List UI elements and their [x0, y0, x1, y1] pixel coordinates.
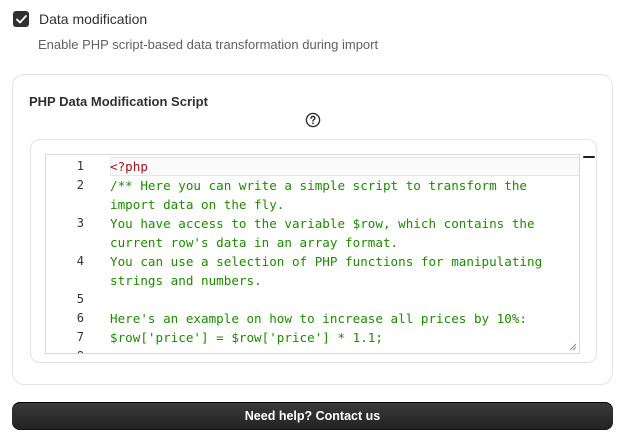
- line-number: 4: [76, 254, 84, 268]
- code-line: /** Here you can write a simple script t…: [110, 178, 528, 193]
- code-area[interactable]: <?php /** Here you can write a simple sc…: [110, 155, 579, 353]
- card-title: PHP Data Modification Script: [29, 94, 208, 109]
- import-settings-panel: Data modification Enable PHP script-base…: [0, 0, 621, 439]
- checkmark-icon: [15, 14, 27, 23]
- code-line: strings and numbers.: [110, 273, 262, 288]
- code-line: import data on the fly.: [110, 197, 285, 212]
- code-line: $row['price'] = $row['price'] * 1.1;: [110, 330, 383, 345]
- scrollbar-thumb[interactable]: [583, 156, 595, 158]
- line-number: 6: [76, 311, 84, 325]
- code-line: You have access to the variable $row, wh…: [110, 216, 535, 231]
- code-line: current row's data in an array format.: [110, 235, 399, 250]
- line-number: 1: [76, 159, 84, 173]
- contact-us-button[interactable]: Need help? Contact us: [12, 402, 613, 430]
- question-circle-icon[interactable]: [305, 112, 321, 128]
- php-script-card: PHP Data Modification Script 1 2 3 4 5 6…: [12, 74, 613, 385]
- data-modification-row: Data modification: [13, 11, 147, 27]
- php-code-editor[interactable]: 1 2 3 4 5 6 7 8 <?php /** Here you can w…: [45, 154, 580, 354]
- code-line: Here's an example on how to increase all…: [110, 311, 528, 326]
- line-number: 2: [76, 178, 84, 192]
- resize-grip-icon[interactable]: [568, 342, 577, 351]
- code-line: <?php: [110, 159, 148, 174]
- line-number: 8: [46, 347, 84, 353]
- active-line-highlight: [110, 157, 579, 176]
- editor-frame: 1 2 3 4 5 6 7 8 <?php /** Here you can w…: [30, 139, 597, 363]
- data-modification-checkbox[interactable]: [13, 11, 29, 27]
- line-number: 3: [76, 216, 84, 230]
- data-modification-help-text: Enable PHP script-based data transformat…: [38, 37, 379, 52]
- line-number: 7: [76, 330, 84, 344]
- line-number-gutter: 1 2 3 4 5 6 7 8: [46, 155, 94, 353]
- code-line: You can use a selection of PHP functions…: [110, 254, 543, 269]
- data-modification-label[interactable]: Data modification: [39, 11, 147, 27]
- line-number: 5: [76, 292, 84, 306]
